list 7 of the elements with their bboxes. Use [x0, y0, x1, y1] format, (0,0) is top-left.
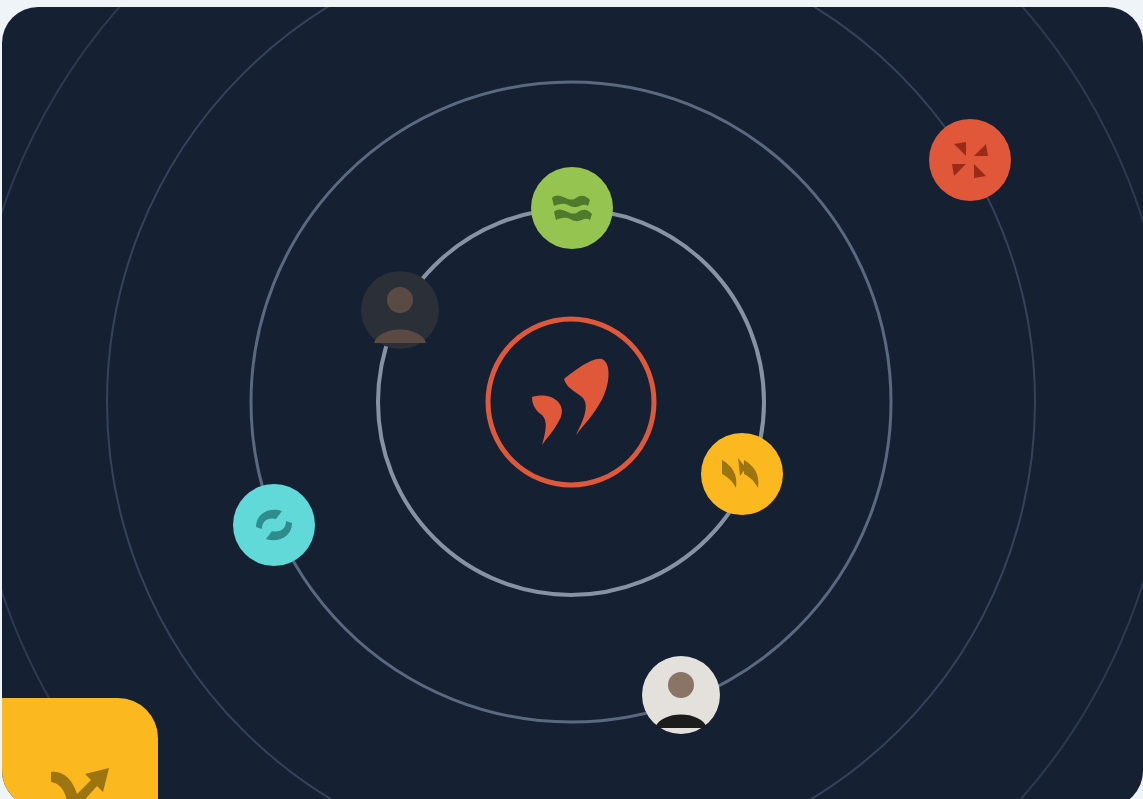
logo-badge-icon — [701, 433, 783, 515]
logo-badge-icon — [531, 167, 613, 249]
quote-logo-icon — [485, 316, 657, 488]
avatar-icon — [642, 656, 720, 734]
avatar-icon — [361, 271, 439, 349]
logo-badge-icon — [929, 119, 1011, 201]
logo-badge-icon — [233, 484, 315, 566]
